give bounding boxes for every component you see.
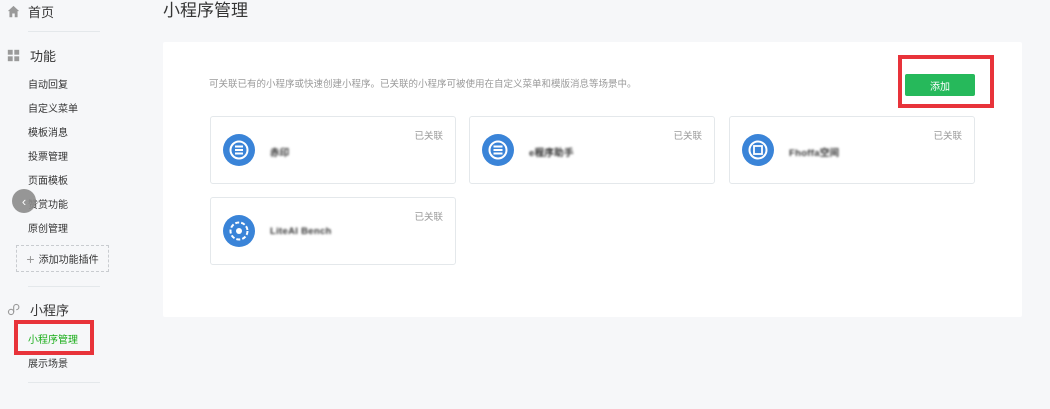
sidebar-item-template-message[interactable]: 模板消息 xyxy=(28,124,68,139)
chevron-left-icon: ‹ xyxy=(21,193,27,209)
collapse-sidebar-button[interactable]: ‹ xyxy=(12,189,36,213)
section-features-label: 功能 xyxy=(30,49,57,64)
app-name: Fhoffa空间 xyxy=(789,148,840,159)
app-name: LiteAI Bench xyxy=(270,226,332,237)
sidebar-item-page-template[interactable]: 页面模板 xyxy=(28,172,68,187)
highlight-box-add xyxy=(898,55,994,108)
sidebar-item-auto-reply[interactable]: 自动回复 xyxy=(28,76,68,91)
app-card[interactable]: 赤印 已关联 xyxy=(210,116,456,184)
home-icon xyxy=(7,5,20,18)
plus-icon: + xyxy=(26,250,35,267)
app-status: 已关联 xyxy=(414,131,443,142)
highlight-box-sidebar xyxy=(14,320,94,355)
section-miniprogram-label: 小程序 xyxy=(30,303,70,318)
add-plugin-button[interactable]: + 添加功能插件 xyxy=(16,245,109,272)
app-card[interactable]: LiteAI Bench 已关联 xyxy=(210,197,456,265)
miniprogram-icon xyxy=(7,303,20,316)
grid-icon xyxy=(7,49,20,62)
main-card: 可关联已有的小程序或快速创建小程序。已关联的小程序可被使用在自定义菜单和模版消息… xyxy=(163,42,1022,317)
sidebar-item-display-scene[interactable]: 展示场景 xyxy=(28,355,68,370)
sidebar-item-original-management[interactable]: 原创管理 xyxy=(28,220,68,235)
app-card[interactable]: e程序助手 已关联 xyxy=(469,116,715,184)
sidebar-item-vote-management[interactable]: 投票管理 xyxy=(28,148,68,163)
description-text: 可关联已有的小程序或快速创建小程序。已关联的小程序可被使用在自定义菜单和模版消息… xyxy=(209,79,637,90)
app-status: 已关联 xyxy=(414,212,443,223)
app-status: 已关联 xyxy=(673,131,702,142)
divider xyxy=(28,382,100,383)
nav-home-label: 首页 xyxy=(28,5,55,20)
app-name: 赤印 xyxy=(270,148,290,159)
app-card[interactable]: Fhoffa空间 已关联 xyxy=(729,116,975,184)
app-status: 已关联 xyxy=(933,131,962,142)
divider xyxy=(28,31,100,32)
app-avatar-icon xyxy=(223,134,255,166)
app-name: e程序助手 xyxy=(529,148,574,159)
app-avatar-icon xyxy=(482,134,514,166)
add-plugin-label: 添加功能插件 xyxy=(38,255,99,266)
sidebar-item-custom-menu[interactable]: 自定义菜单 xyxy=(28,100,78,115)
app-avatar-icon xyxy=(223,215,255,247)
divider xyxy=(28,286,100,287)
section-features[interactable]: 功能 xyxy=(7,46,56,65)
section-miniprogram[interactable]: 小程序 xyxy=(7,300,69,319)
page-title: 小程序管理 xyxy=(163,1,248,20)
nav-home[interactable]: 首页 xyxy=(7,2,54,21)
app-avatar-icon xyxy=(742,134,774,166)
